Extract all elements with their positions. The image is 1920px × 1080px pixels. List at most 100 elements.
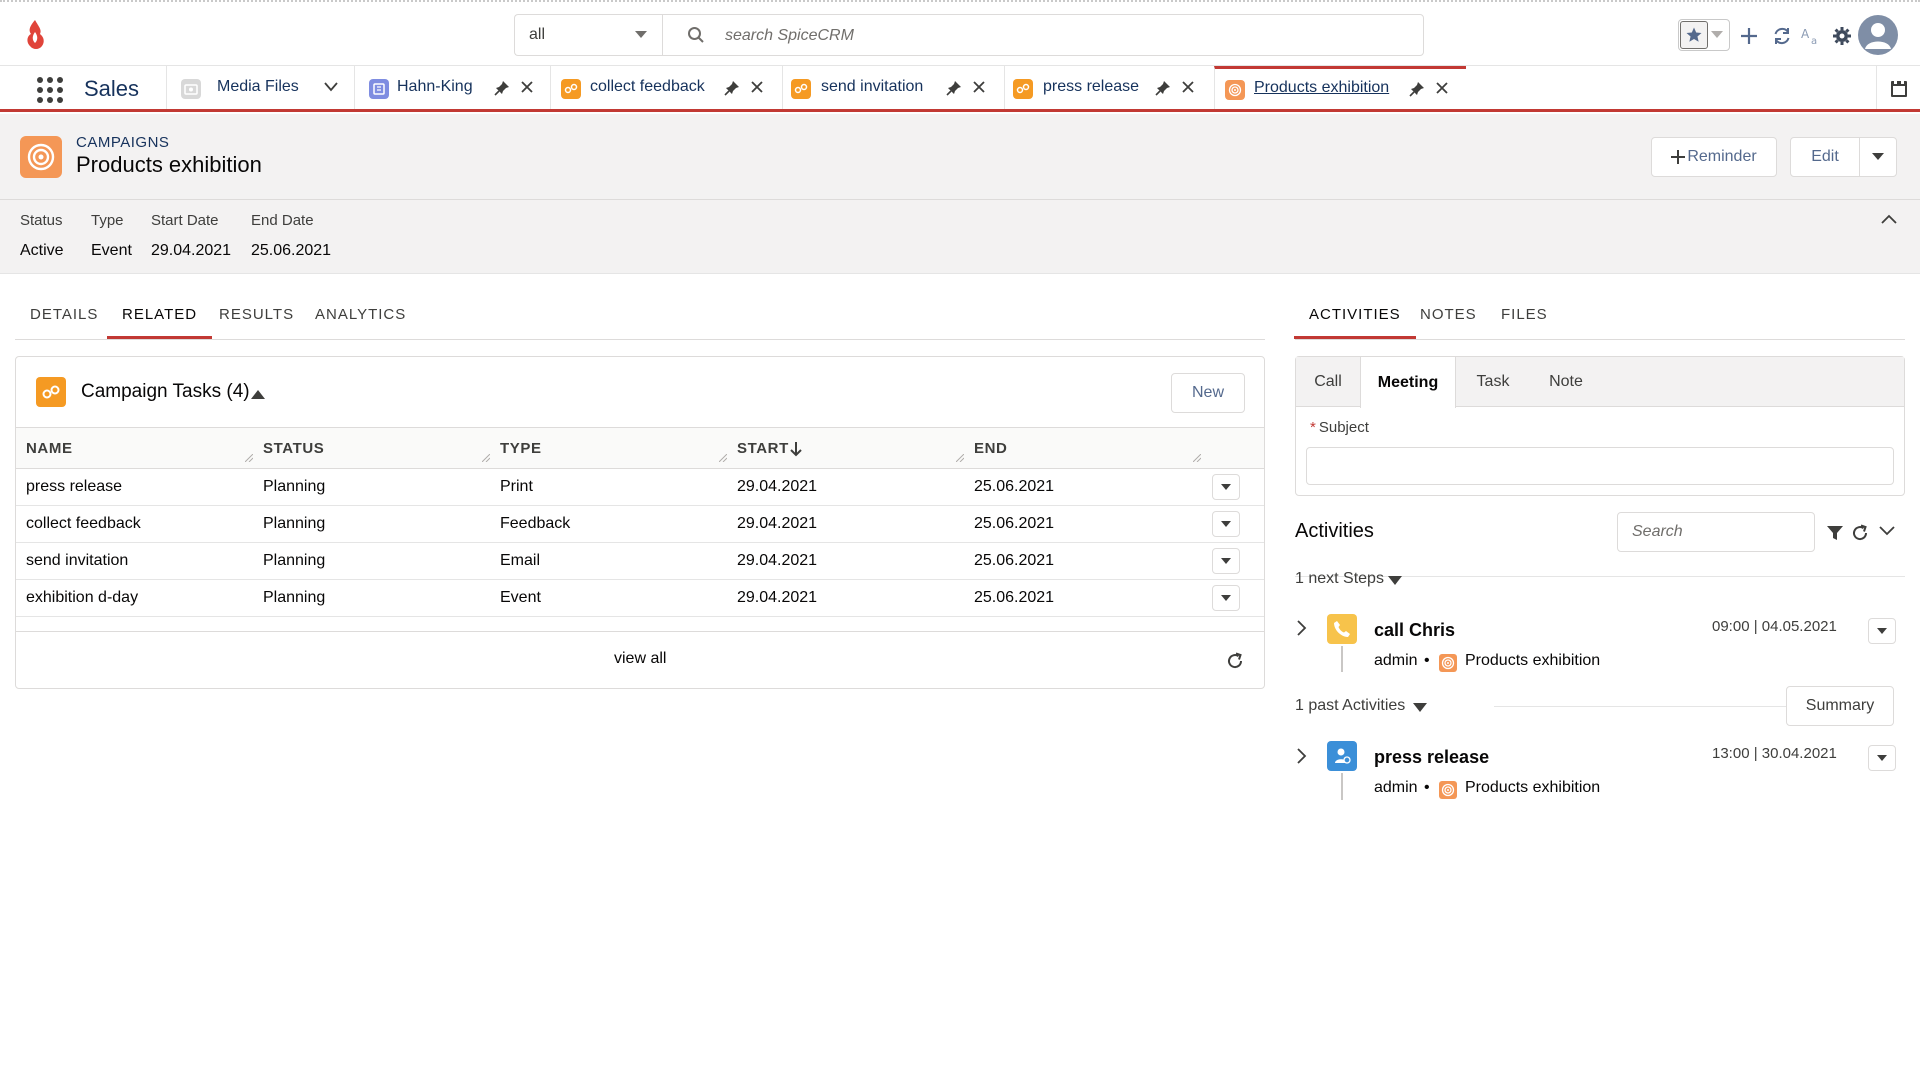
composer-tabs: Call Meeting Task Note <box>1296 357 1904 408</box>
expand-chevron-icon[interactable] <box>1297 748 1307 764</box>
search-input[interactable] <box>723 24 1323 48</box>
reminder-button[interactable]: Reminder <box>1651 137 1777 177</box>
subject-input[interactable] <box>1306 447 1894 485</box>
composer-tab-note[interactable]: Note <box>1530 357 1602 407</box>
pin-icon[interactable] <box>724 80 740 96</box>
filter-icon[interactable] <box>1826 524 1844 542</box>
tab-label: Products exhibition <box>1254 79 1390 96</box>
past-activities-label[interactable]: 1 past Activities <box>1295 697 1405 715</box>
tab-label: collect feedback <box>590 78 705 95</box>
language-icon[interactable]: Aa <box>1800 24 1824 48</box>
activity-title[interactable]: press release <box>1374 747 1489 768</box>
summary-button[interactable]: Summary <box>1786 686 1894 726</box>
close-icon[interactable] <box>521 81 533 93</box>
refresh-icon[interactable] <box>1851 524 1869 542</box>
table-row[interactable]: exhibition d-day Planning Event 29.04.20… <box>16 580 1264 617</box>
row-actions-button[interactable] <box>1212 548 1240 574</box>
tab-press-release[interactable]: press release <box>1004 66 1214 109</box>
activity-related-link[interactable]: Products exhibition <box>1465 779 1600 797</box>
app-name[interactable]: Sales <box>84 76 139 102</box>
caret-down-icon[interactable] <box>1413 703 1427 712</box>
close-icon[interactable] <box>751 81 763 93</box>
row-actions-button[interactable] <box>1212 585 1240 611</box>
pin-icon[interactable] <box>1409 81 1425 97</box>
column-resize-icon[interactable] <box>1193 454 1201 462</box>
composer-tab-call[interactable]: Call <box>1296 357 1360 407</box>
tab-products-exhibition[interactable]: Products exhibition <box>1214 66 1466 109</box>
column-resize-icon[interactable] <box>719 454 727 462</box>
activity-title[interactable]: call Chris <box>1374 620 1455 641</box>
tab-results[interactable]: RESULTS <box>219 306 294 323</box>
close-icon[interactable] <box>1182 81 1194 93</box>
tab-analytics[interactable]: ANALYTICS <box>315 306 406 323</box>
tab-hahn-king[interactable]: Hahn-King <box>354 66 550 109</box>
plus-icon[interactable] <box>1737 24 1761 48</box>
sort-descending-icon[interactable] <box>790 441 802 457</box>
row-actions-button[interactable] <box>1212 474 1240 500</box>
composer-tab-task[interactable]: Task <box>1456 357 1530 407</box>
tab-details[interactable]: DETAILS <box>30 306 98 323</box>
next-steps-label[interactable]: 1 next Steps <box>1295 570 1384 588</box>
view-all-link[interactable]: view all <box>614 650 666 668</box>
global-search[interactable] <box>662 14 1424 56</box>
composer-tab-meeting[interactable]: Meeting <box>1360 357 1456 408</box>
new-task-button[interactable]: New <box>1171 373 1245 413</box>
activity-related-link[interactable]: Products exhibition <box>1465 652 1600 670</box>
activity-actions-button[interactable] <box>1868 618 1896 644</box>
tab-media-files[interactable]: Media Files <box>166 66 354 109</box>
tab-collect-feedback[interactable]: collect feedback <box>550 66 782 109</box>
column-resize-icon[interactable] <box>482 454 490 462</box>
close-icon[interactable] <box>1436 82 1448 94</box>
gear-icon[interactable] <box>1830 24 1854 48</box>
cell-name[interactable]: press release <box>26 478 122 496</box>
search-scope-select[interactable]: all <box>514 14 662 56</box>
card-title: Campaign Tasks (4) <box>81 381 250 402</box>
tab-notes[interactable]: NOTES <box>1420 306 1477 323</box>
actions-dropdown-button[interactable] <box>1859 137 1897 177</box>
row-actions-button[interactable] <box>1212 511 1240 537</box>
collapse-triangle-icon[interactable] <box>251 389 265 399</box>
tab-related[interactable]: RELATED <box>106 306 213 339</box>
field-value: 25.06.2021 <box>251 242 332 259</box>
close-icon[interactable] <box>973 81 985 93</box>
activities-search-input[interactable] <box>1617 512 1815 552</box>
favorites-dropdown-icon[interactable] <box>1711 31 1723 39</box>
table-row[interactable]: send invitation Planning Email 29.04.202… <box>16 543 1264 580</box>
clipboard-icon[interactable] <box>1876 66 1920 109</box>
favorites-toggle[interactable] <box>1678 19 1730 51</box>
tab-files[interactable]: FILES <box>1501 306 1548 323</box>
column-resize-icon[interactable] <box>245 454 253 462</box>
pin-icon[interactable] <box>494 80 510 96</box>
tab-activities[interactable]: ACTIVITIES <box>1294 306 1416 339</box>
column-header-type[interactable]: TYPE <box>500 440 542 457</box>
column-header-end[interactable]: END <box>974 440 1007 457</box>
tab-send-invitation[interactable]: send invitation <box>782 66 1004 109</box>
spicecrm-logo-icon[interactable] <box>22 18 48 52</box>
refresh-icon[interactable] <box>1770 24 1794 48</box>
navigation-tab-bar: Sales Media Files Hahn-King collect feed… <box>0 66 1920 112</box>
chevron-down-icon[interactable] <box>324 82 338 92</box>
cell-name[interactable]: collect feedback <box>26 515 141 533</box>
column-resize-icon[interactable] <box>956 454 964 462</box>
column-header-status[interactable]: STATUS <box>263 440 324 457</box>
cell-end: 25.06.2021 <box>974 589 1055 606</box>
table-row[interactable]: press release Planning Print 29.04.2021 … <box>16 469 1264 506</box>
column-header-name[interactable]: NAME <box>26 440 73 457</box>
activity-actions-button[interactable] <box>1868 745 1896 771</box>
user-avatar-icon[interactable] <box>1858 15 1898 55</box>
table-row[interactable]: collect feedback Planning Feedback 29.04… <box>16 506 1264 543</box>
app-launcher-icon[interactable] <box>36 76 64 104</box>
pin-icon[interactable] <box>946 80 962 96</box>
caret-down-icon[interactable] <box>1388 576 1402 585</box>
reload-icon[interactable] <box>1226 652 1244 670</box>
edit-button[interactable]: Edit <box>1790 137 1860 177</box>
chevron-up-icon[interactable] <box>1881 214 1897 224</box>
chevron-down-icon[interactable] <box>1879 526 1895 536</box>
pin-icon[interactable] <box>1155 80 1171 96</box>
cell-name[interactable]: exhibition d-day <box>26 589 138 607</box>
expand-chevron-icon[interactable] <box>1297 620 1307 636</box>
column-header-start[interactable]: START <box>737 440 789 457</box>
cell-status: Planning <box>263 478 326 495</box>
cell-name[interactable]: send invitation <box>26 552 128 570</box>
favorites-star-icon[interactable] <box>1680 21 1708 49</box>
